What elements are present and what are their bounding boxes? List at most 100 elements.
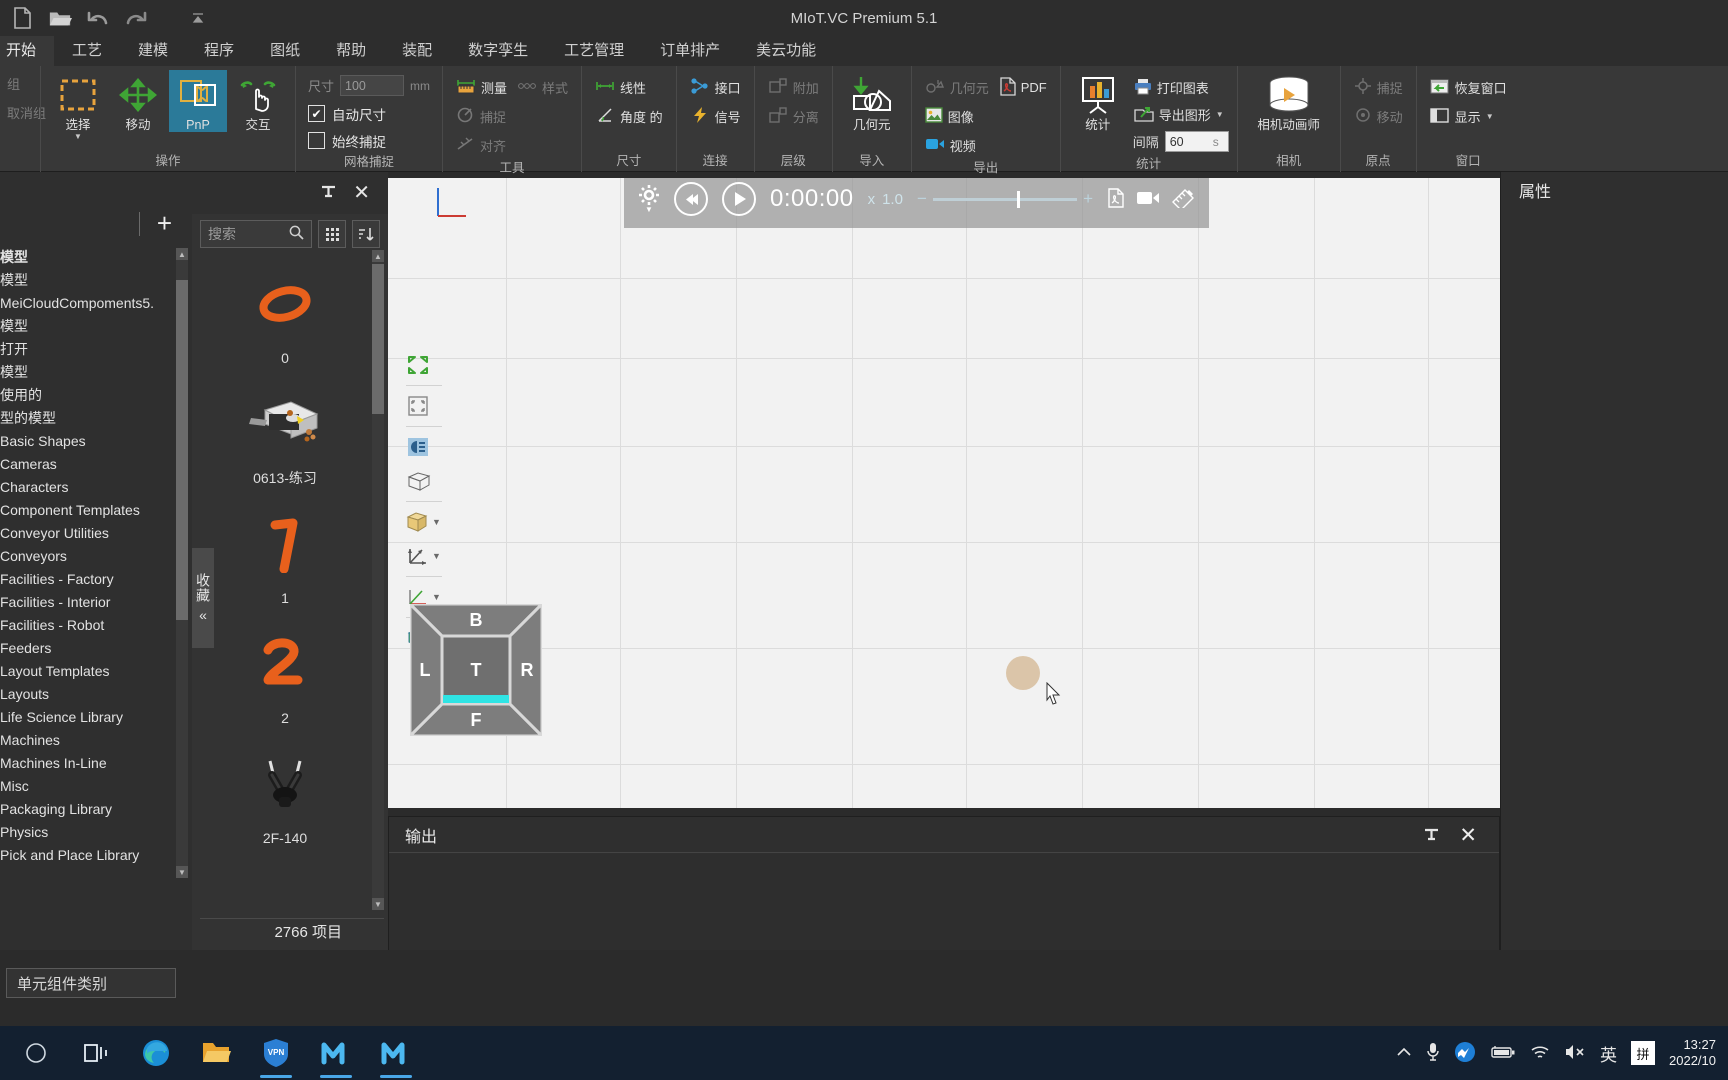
zoom-to-selection-icon[interactable] <box>406 389 442 423</box>
restore-window-button[interactable]: 恢复窗口 <box>1425 74 1512 101</box>
tree-node[interactable]: Pick and Place Library <box>0 844 192 867</box>
always-snap-checkbox[interactable] <box>308 132 325 149</box>
print-chart-button[interactable]: 打印图表 <box>1129 74 1229 101</box>
export-geometry-button[interactable]: 几何元 <box>920 74 994 101</box>
auto-size-checkbox-row[interactable]: ✔ 自动尺寸 <box>304 101 390 126</box>
edge-browser-icon[interactable] <box>128 1026 184 1080</box>
attach-button[interactable]: 附加 <box>763 74 824 101</box>
tab-process[interactable]: 工艺 <box>54 36 120 66</box>
simulation-player-toolbar[interactable]: ▼ 0:00:00 x 1.0 − + <box>624 178 1209 228</box>
tree-node[interactable]: Physics <box>0 821 192 844</box>
tab-digital-twin[interactable]: 数字孪生 <box>450 36 546 66</box>
show-window-button[interactable]: 显示 ▼ <box>1425 103 1499 130</box>
tree-node[interactable]: 型的模型 <box>0 407 192 430</box>
tree-node[interactable]: 模型 <box>0 269 192 292</box>
measure-button[interactable]: 测量 <box>451 74 512 101</box>
pdf-record-icon[interactable] <box>1107 187 1125 211</box>
ime-language-indicator[interactable]: 英 <box>1600 1041 1617 1066</box>
slider-plus-icon[interactable]: + <box>1083 189 1093 209</box>
tree-node[interactable]: Packaging Library <box>0 798 192 821</box>
volume-muted-icon[interactable] <box>1564 1044 1586 1063</box>
undo-icon[interactable] <box>86 6 110 30</box>
render-mode-icon[interactable]: ▼ <box>406 505 442 539</box>
origin-move-button[interactable]: 移动 <box>1349 103 1408 130</box>
interface-button[interactable]: 接口 <box>685 74 746 101</box>
library-tree[interactable]: 模型 模型 MeiCloudCompoments5. 模型 打开 模型 使用的 … <box>0 246 192 928</box>
wireframe-cube-icon[interactable] <box>406 464 442 498</box>
close-icon[interactable]: ✕ <box>1459 823 1477 848</box>
tree-node[interactable]: Component Templates <box>0 499 192 522</box>
microphone-icon[interactable] <box>1426 1042 1440 1065</box>
task-view-icon[interactable] <box>68 1026 124 1080</box>
origin-frame-caret-icon[interactable]: ▼ <box>432 592 441 602</box>
grid-size-input[interactable]: 100 <box>340 75 405 96</box>
coordinate-frames-icon[interactable]: ▼ <box>406 539 442 573</box>
snap-button[interactable]: 捕捉 <box>451 103 511 130</box>
component-category-select[interactable]: 单元组件类别 <box>6 968 176 998</box>
lighting-icon[interactable] <box>406 430 442 464</box>
tab-drawing[interactable]: 图纸 <box>252 36 318 66</box>
pin-icon[interactable] <box>321 183 336 206</box>
tree-node[interactable]: Facilities - Interior <box>0 591 192 614</box>
tree-node[interactable]: 模型 <box>0 361 192 384</box>
redo-icon[interactable] <box>124 6 148 30</box>
select-button[interactable]: 选择 ▼ <box>49 70 107 141</box>
playback-speed[interactable]: x 1.0 <box>868 191 903 208</box>
export-pdf-button[interactable]: PDF <box>994 74 1052 101</box>
scroll-down-icon[interactable]: ▼ <box>176 866 188 878</box>
tree-node[interactable]: 模型 <box>0 246 192 269</box>
tree-node[interactable]: Feeders <box>0 637 192 660</box>
tree-node[interactable]: Machines In-Line <box>0 752 192 775</box>
scrollbar-thumb[interactable] <box>176 280 188 620</box>
tree-node[interactable]: Basic Shapes <box>0 430 192 453</box>
export-video-button[interactable]: 视频 <box>920 132 981 159</box>
view-cube[interactable]: B L T R F <box>406 600 546 740</box>
slider-track[interactable] <box>932 190 1078 208</box>
angular-dimension-button[interactable]: 角度 的 <box>590 103 668 130</box>
show-window-caret-icon[interactable]: ▼ <box>1486 112 1494 121</box>
style-button[interactable]: 样式 <box>512 74 573 101</box>
search-icon[interactable] <box>289 225 304 243</box>
viewport-3d[interactable]: ▼ 0:00:00 x 1.0 − + ▼ ▼ ▼ B L T R F <box>388 178 1500 808</box>
import-geometry-button[interactable]: 几何元 <box>841 70 903 132</box>
scrollbar-thumb[interactable] <box>372 264 384 414</box>
tab-help[interactable]: 帮助 <box>318 36 384 66</box>
linear-dimension-button[interactable]: 线性 <box>590 74 651 101</box>
show-hidden-icons-chevron[interactable] <box>1396 1045 1412 1061</box>
tab-program[interactable]: 程序 <box>186 36 252 66</box>
auto-size-checkbox[interactable]: ✔ <box>308 105 325 122</box>
tree-node[interactable]: 使用的 <box>0 384 192 407</box>
component-scrollbar[interactable]: ▲ ▼ <box>372 250 384 910</box>
slider-knob[interactable] <box>1016 190 1020 208</box>
search-input[interactable]: 搜索 <box>200 220 312 248</box>
file-explorer-icon[interactable] <box>188 1026 244 1080</box>
export-chart-button[interactable]: 导出图形 ▼ <box>1129 101 1229 128</box>
vpn-app-icon[interactable]: VPN <box>248 1026 304 1080</box>
miot-app-icon[interactable] <box>308 1026 364 1080</box>
scroll-up-icon[interactable]: ▲ <box>372 250 384 262</box>
signal-button[interactable]: 信号 <box>685 103 746 130</box>
rewind-icon[interactable] <box>674 182 708 216</box>
slider-minus-icon[interactable]: − <box>917 189 927 209</box>
speed-slider[interactable]: − + <box>917 189 1093 209</box>
messenger-icon[interactable] <box>1454 1041 1476 1066</box>
move-button[interactable]: 移动 <box>109 70 167 132</box>
video-record-icon[interactable] <box>1136 190 1160 209</box>
start-button[interactable] <box>8 1026 64 1080</box>
tab-start[interactable]: 开始 <box>0 36 55 66</box>
fit-view-icon[interactable] <box>406 348 442 382</box>
wifi-icon[interactable] <box>1530 1044 1550 1063</box>
component-item[interactable]: 0 <box>200 250 370 370</box>
always-snap-checkbox-row[interactable]: 始终捕捉 <box>304 128 390 153</box>
play-icon[interactable] <box>722 182 756 216</box>
tab-modeling[interactable]: 建模 <box>120 36 186 66</box>
pnp-button[interactable]: PnP <box>169 70 227 132</box>
pin-icon[interactable] <box>1424 826 1439 849</box>
statistics-button[interactable]: 统计 <box>1069 70 1127 132</box>
open-folder-icon[interactable] <box>48 6 72 30</box>
select-caret-icon[interactable]: ▼ <box>74 133 82 141</box>
ruler-icon[interactable] <box>1171 188 1195 211</box>
tab-order-scheduling[interactable]: 订单排产 <box>642 36 738 66</box>
group-button[interactable]: 组 <box>2 70 25 97</box>
miot-app-icon-2[interactable] <box>368 1026 424 1080</box>
